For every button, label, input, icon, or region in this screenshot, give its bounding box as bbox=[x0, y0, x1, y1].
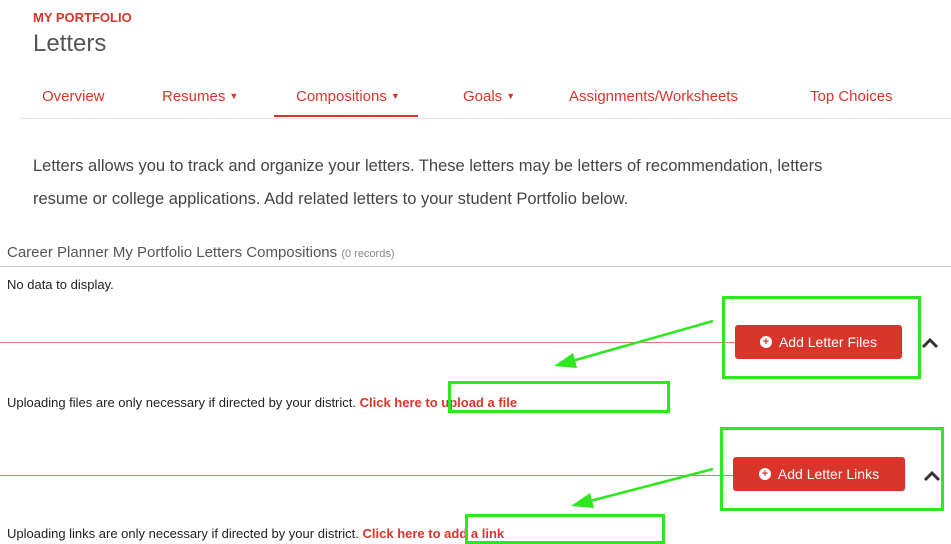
arrow-links bbox=[589, 467, 714, 503]
arrow-files bbox=[571, 319, 714, 363]
annotation-arrows bbox=[554, 319, 714, 508]
arrow-head-links bbox=[571, 493, 594, 508]
arrow-head-files bbox=[554, 353, 577, 368]
